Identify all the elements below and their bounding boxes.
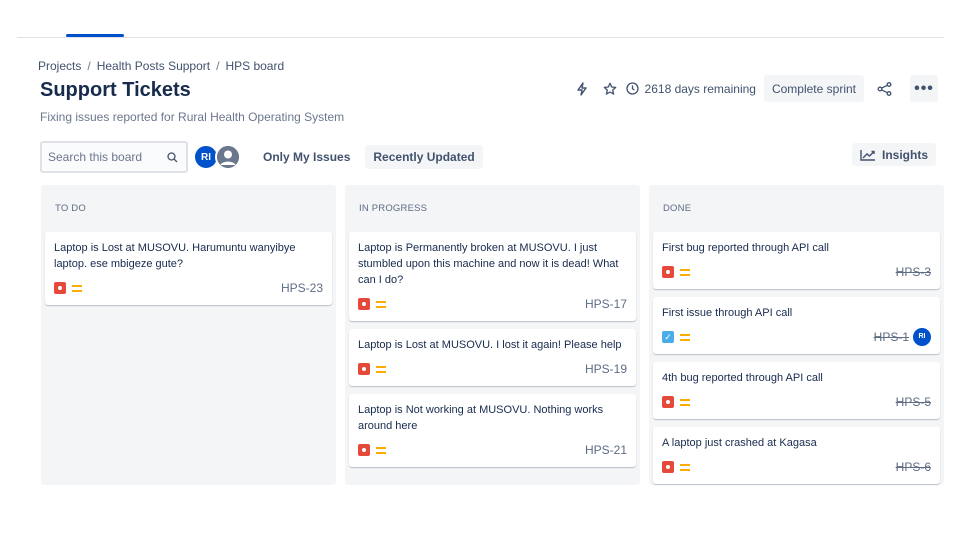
priority-medium-icon bbox=[376, 446, 386, 454]
column-title: DONE bbox=[663, 203, 692, 214]
active-nav-indicator bbox=[66, 34, 124, 37]
column-done: DONE First bug reported through API call… bbox=[649, 185, 944, 485]
column-title: IN PROGRESS bbox=[359, 203, 428, 214]
column-in-progress: IN PROGRESS Laptop is Permanently broken… bbox=[345, 185, 640, 485]
issue-summary: Laptop is Lost at MUSOVU. Harumuntu wany… bbox=[54, 242, 296, 270]
issue-key[interactable]: HPS-19 bbox=[585, 361, 627, 377]
board-toolbar: Search this board RI Only My Issues Rece… bbox=[40, 141, 483, 173]
header-actions: 2618 days remaining Complete sprint ••• bbox=[568, 75, 938, 102]
issue-summary: Laptop is Not working at MUSOVU. Nothing… bbox=[358, 404, 604, 432]
issue-key[interactable]: HPS-6 bbox=[896, 459, 931, 475]
column-todo: TO DO Laptop is Lost at MUSOVU. Harumunt… bbox=[41, 185, 336, 485]
priority-medium-icon bbox=[680, 463, 690, 471]
bug-icon bbox=[358, 444, 370, 456]
lightning-icon[interactable] bbox=[568, 75, 596, 102]
issue-card[interactable]: Laptop is Lost at MUSOVU. I lost it agai… bbox=[349, 329, 636, 386]
top-divider bbox=[17, 37, 944, 38]
search-placeholder: Search this board bbox=[48, 150, 143, 164]
only-my-issues-filter[interactable]: Only My Issues bbox=[255, 145, 358, 169]
issue-card[interactable]: Laptop is Lost at MUSOVU. Harumuntu wany… bbox=[45, 232, 332, 305]
issue-key[interactable]: HPS-23 bbox=[281, 280, 323, 296]
insights-button[interactable]: Insights bbox=[851, 143, 936, 166]
days-remaining-text: 2618 days remaining bbox=[644, 81, 756, 96]
issue-key[interactable]: HPS-17 bbox=[585, 296, 627, 312]
sprint-days-remaining: 2618 days remaining bbox=[625, 81, 756, 96]
search-input[interactable]: Search this board bbox=[40, 141, 188, 173]
task-checkbox-icon: ✓ bbox=[662, 331, 674, 343]
assignee-avatar[interactable]: RI bbox=[913, 328, 931, 346]
issue-key[interactable]: HPS-1 bbox=[874, 329, 909, 345]
issue-card[interactable]: Laptop is Permanently broken at MUSOVU. … bbox=[349, 232, 636, 321]
issue-summary: Laptop is Permanently broken at MUSOVU. … bbox=[358, 242, 619, 286]
more-actions-button[interactable]: ••• bbox=[910, 75, 938, 102]
insights-label: Insights bbox=[881, 147, 928, 162]
issue-card[interactable]: A laptop just crashed at Kagasa HPS-6 bbox=[653, 427, 940, 484]
issue-card[interactable]: First issue through API call ✓ HPS-1 RI bbox=[653, 297, 940, 354]
issue-summary: First bug reported through API call bbox=[662, 242, 829, 254]
issue-key[interactable]: HPS-3 bbox=[896, 264, 931, 280]
recently-updated-filter[interactable]: Recently Updated bbox=[365, 145, 483, 169]
bug-icon bbox=[358, 298, 370, 310]
priority-medium-icon bbox=[376, 300, 386, 308]
issue-card[interactable]: Laptop is Not working at MUSOVU. Nothing… bbox=[349, 394, 636, 467]
star-icon[interactable] bbox=[596, 75, 624, 102]
breadcrumb-board[interactable]: HPS board bbox=[225, 59, 284, 73]
issue-summary: First issue through API call bbox=[662, 307, 793, 319]
bug-icon bbox=[662, 396, 674, 408]
share-icon[interactable] bbox=[870, 75, 898, 102]
issue-summary: 4th bug reported through API call bbox=[662, 372, 823, 384]
issue-summary: Laptop is Lost at MUSOVU. I lost it agai… bbox=[358, 339, 622, 351]
breadcrumb-project[interactable]: Health Posts Support bbox=[97, 59, 210, 73]
issue-card[interactable]: First bug reported through API call HPS-… bbox=[653, 232, 940, 289]
priority-medium-icon bbox=[680, 333, 690, 341]
complete-sprint-button[interactable]: Complete sprint bbox=[763, 75, 864, 102]
breadcrumb-projects[interactable]: Projects bbox=[38, 59, 81, 73]
page-title: Support Tickets bbox=[40, 79, 191, 101]
issue-key[interactable]: HPS-5 bbox=[896, 394, 931, 410]
search-icon bbox=[167, 151, 178, 162]
issue-card[interactable]: 4th bug reported through API call HPS-5 bbox=[653, 362, 940, 419]
priority-medium-icon bbox=[72, 284, 82, 292]
bug-icon bbox=[54, 282, 66, 294]
bug-icon bbox=[358, 363, 370, 375]
issue-key[interactable]: HPS-21 bbox=[585, 442, 627, 458]
bug-icon bbox=[662, 266, 674, 278]
clock-icon bbox=[625, 82, 639, 95]
issue-summary: A laptop just crashed at Kagasa bbox=[662, 437, 817, 449]
priority-medium-icon bbox=[680, 268, 690, 276]
priority-medium-icon bbox=[376, 365, 386, 373]
page-subtitle: Fixing issues reported for Rural Health … bbox=[40, 110, 345, 124]
priority-medium-icon bbox=[680, 398, 690, 406]
breadcrumb: Projects / Health Posts Support / HPS bo… bbox=[38, 59, 285, 73]
avatar-filter-user-icon[interactable] bbox=[215, 144, 241, 170]
bug-icon bbox=[662, 461, 674, 473]
column-title: TO DO bbox=[55, 203, 86, 214]
chart-line-icon bbox=[860, 149, 875, 161]
